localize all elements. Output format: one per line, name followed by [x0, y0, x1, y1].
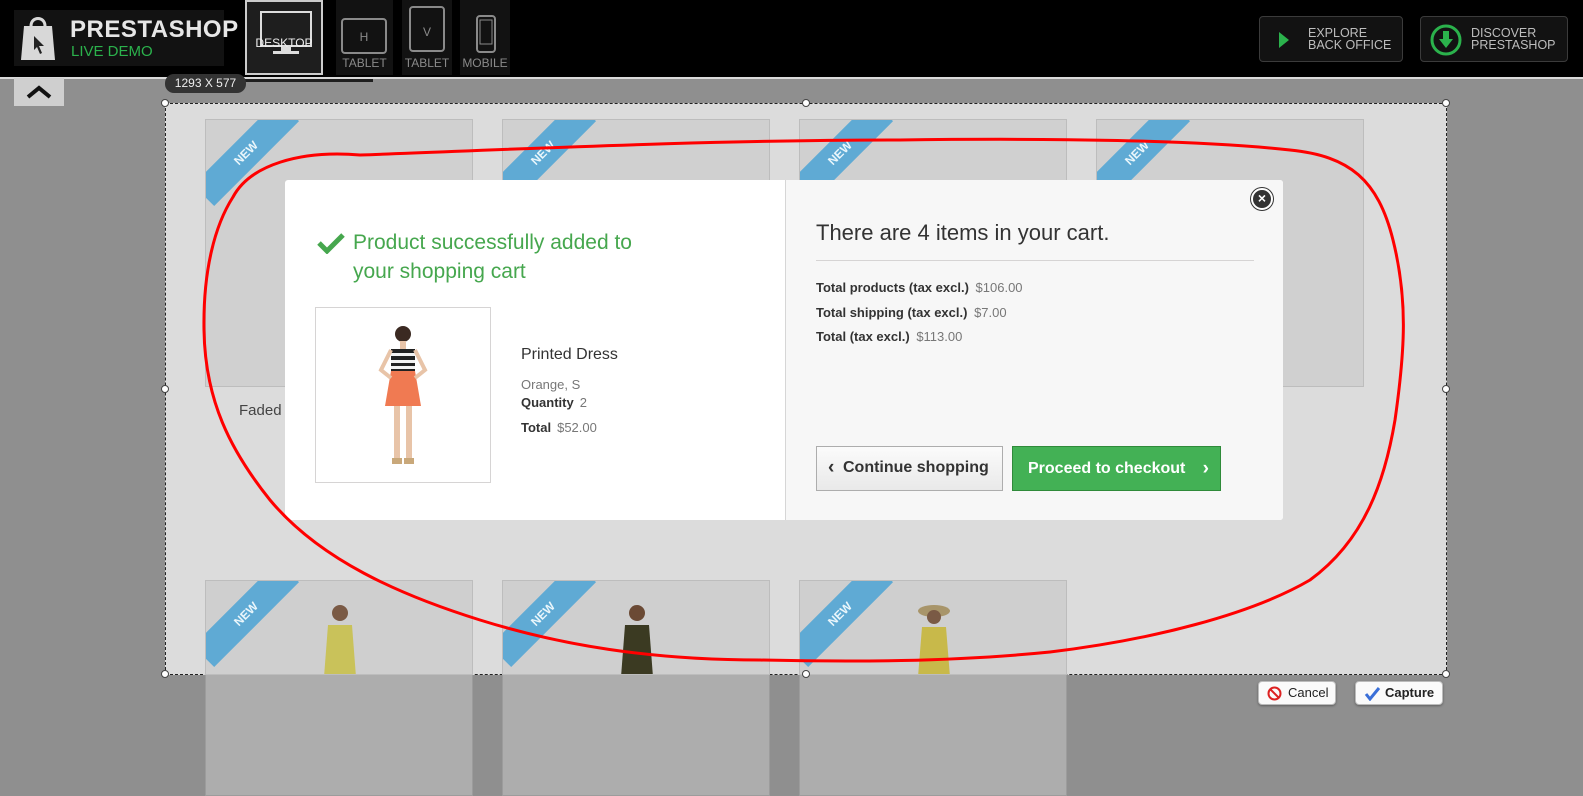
new-ribbon: NEW [800, 581, 894, 668]
close-modal-button[interactable]: × [1251, 188, 1273, 210]
add-to-cart-modal: Product successfully added to your shopp… [285, 180, 1283, 520]
explore-line-2: BACK OFFICE [1308, 38, 1392, 52]
new-ribbon: NEW [503, 581, 597, 668]
resize-handle-ne[interactable] [1442, 99, 1450, 107]
capture-button[interactable]: Capture [1355, 681, 1443, 705]
total-products-row: Total products (tax excl.) $106.00 [816, 280, 1023, 295]
device-tablet-v-button[interactable]: V TABLET [402, 0, 452, 75]
tablet-landscape-icon: H [341, 18, 387, 54]
device-desktop-label: DESKTOP [255, 36, 313, 50]
total-products-label: Total products (tax excl.) [816, 280, 969, 295]
total-shipping-row: Total shipping (tax excl.) $7.00 [816, 305, 1007, 320]
total-shipping-label: Total shipping (tax excl.) [816, 305, 968, 320]
discover-prestashop-button[interactable]: DISCOVER PRESTASHOP [1420, 16, 1568, 62]
checkmark-blue-icon [1364, 687, 1381, 701]
device-mobile-label: MOBILE [462, 56, 508, 70]
chevron-up-icon [26, 85, 52, 99]
resize-handle-sw[interactable] [161, 670, 169, 678]
product-attributes: Orange, S [521, 377, 581, 392]
continue-shopping-label: Continue shopping [843, 459, 989, 476]
checkmark-icon [317, 233, 345, 254]
collapse-toolbar-button[interactable] [14, 78, 64, 106]
explore-back-office-button[interactable]: EXPLORE BACK OFFICE [1259, 16, 1403, 62]
product-model-image [621, 605, 653, 674]
cart-summary-panel: There are 4 items in your cart. Total pr… [785, 180, 1283, 520]
logo-subtitle: LIVE DEMO [71, 43, 153, 60]
svg-text:H: H [360, 30, 369, 44]
device-active-underline [245, 79, 373, 82]
total-shipping-value: $7.00 [974, 305, 1007, 320]
shopping-bag-icon [21, 17, 55, 60]
cancel-icon [1267, 686, 1282, 701]
product-card[interactable]: NEW [799, 580, 1067, 675]
discover-line-2: PRESTASHOP [1471, 38, 1556, 52]
device-desktop-button[interactable]: DESKTOP [245, 0, 323, 75]
total-label: Total [521, 420, 552, 435]
resize-handle-nw[interactable] [161, 99, 169, 107]
product-model-image [324, 605, 356, 674]
cancel-capture-button[interactable]: Cancel [1258, 681, 1336, 705]
tablet-portrait-icon: V [409, 6, 445, 52]
product-thumbnail [315, 307, 491, 483]
logo-title: PRESTASHOP [70, 16, 239, 43]
quantity-value: 2 [579, 395, 587, 410]
product-quantity-row: Quantity 2 [521, 395, 587, 410]
product-card[interactable]: NEW [502, 580, 770, 675]
cart-divider [816, 260, 1254, 261]
product-total-row: Total $52.00 [521, 420, 597, 435]
cart-item-count: There are 4 items in your cart. [816, 220, 1110, 245]
device-tablet-h-label: TABLET [342, 56, 387, 70]
device-mobile-button[interactable]: MOBILE [460, 0, 510, 75]
capture-size-badge: 1293 X 577 [165, 74, 246, 93]
product-name-partial: Faded [239, 402, 282, 419]
total-value: $52.00 [557, 420, 597, 435]
svg-text:V: V [423, 25, 431, 39]
grand-total-value: $113.00 [916, 329, 963, 344]
mobile-phone-icon [476, 15, 496, 53]
prestashop-logo[interactable]: PRESTASHOP LIVE DEMO [14, 10, 238, 66]
close-icon: × [1257, 190, 1267, 206]
success-message: Product successfully added to your shopp… [353, 231, 632, 283]
product-model-image [918, 605, 950, 674]
chevron-right-icon: › [1202, 458, 1209, 479]
cancel-label: Cancel [1288, 685, 1329, 700]
resize-handle-n[interactable] [802, 99, 810, 107]
continue-shopping-button[interactable]: ‹ Continue shopping [816, 446, 1003, 491]
proceed-to-checkout-button[interactable]: Proceed to checkout › [1012, 446, 1221, 491]
resize-handle-se[interactable] [1442, 670, 1450, 678]
grand-total-label: Total (tax excl.) [816, 329, 910, 344]
proceed-to-checkout-label: Proceed to checkout [1028, 460, 1186, 477]
new-ribbon: NEW [206, 581, 300, 668]
resize-handle-s[interactable] [802, 670, 810, 678]
device-tablet-v-label: TABLET [404, 56, 450, 70]
quantity-label: Quantity [521, 395, 574, 410]
grand-total-row: Total (tax excl.) $113.00 [816, 329, 962, 344]
total-products-value: $106.00 [975, 280, 1023, 295]
play-icon [1279, 32, 1289, 48]
product-card[interactable]: NEW [205, 580, 473, 675]
printed-dress-image [378, 326, 428, 464]
demo-toolbar: PRESTASHOP LIVE DEMO DESKTOP H TABLET V … [0, 0, 1583, 77]
resize-handle-e[interactable] [1442, 385, 1450, 393]
resize-handle-w[interactable] [161, 385, 169, 393]
chevron-left-icon: ‹ [828, 457, 835, 478]
product-name: Printed Dress [521, 346, 618, 363]
download-circle-icon [1430, 24, 1462, 56]
device-tablet-h-button[interactable]: H TABLET [336, 0, 393, 75]
capture-label: Capture [1385, 685, 1435, 700]
